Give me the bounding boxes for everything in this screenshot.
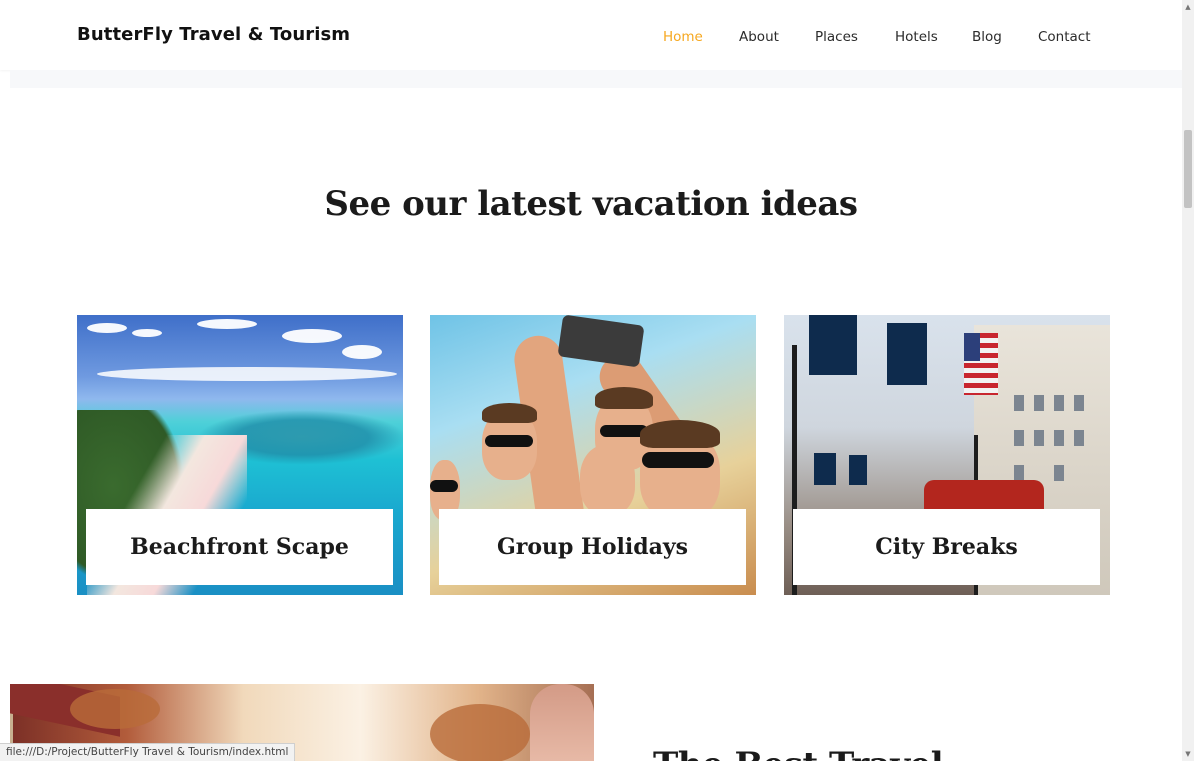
vertical-scrollbar[interactable]: ▲ ▼ (1182, 0, 1194, 761)
nav-home[interactable]: Home (663, 29, 703, 45)
card-label-group-holidays[interactable]: Group Holidays (439, 509, 746, 585)
vacation-card-group-holidays[interactable]: Group Holidays (430, 315, 756, 595)
header-divider-band (10, 70, 1182, 88)
section-title: See our latest vacation ideas (324, 184, 858, 224)
nav-about[interactable]: About (739, 29, 779, 45)
vacation-card-beachfront[interactable]: Beachfront Scape (77, 315, 403, 595)
travel-section-heading: The Best Travel (653, 745, 944, 761)
scroll-down-arrow-icon[interactable]: ▼ (1182, 747, 1194, 761)
browser-status-bar: file:///D:/Project/ButterFly Travel & To… (0, 743, 296, 761)
nav-blog[interactable]: Blog (972, 29, 1002, 45)
nav-places[interactable]: Places (815, 29, 858, 45)
card-label-beachfront[interactable]: Beachfront Scape (86, 509, 393, 585)
scrollbar-thumb[interactable] (1184, 130, 1192, 208)
vacation-card-city-breaks[interactable]: City Breaks (784, 315, 1110, 595)
nav-hotels[interactable]: Hotels (895, 29, 938, 45)
nav-contact[interactable]: Contact (1038, 29, 1091, 45)
site-header: ButterFly Travel & Tourism Home About Pl… (0, 0, 1182, 70)
scroll-up-arrow-icon[interactable]: ▲ (1182, 0, 1194, 14)
card-label-city-breaks[interactable]: City Breaks (793, 509, 1100, 585)
main-nav: Home About Places Hotels Blog Contact (0, 29, 1182, 49)
page-viewport: ButterFly Travel & Tourism Home About Pl… (0, 0, 1182, 761)
